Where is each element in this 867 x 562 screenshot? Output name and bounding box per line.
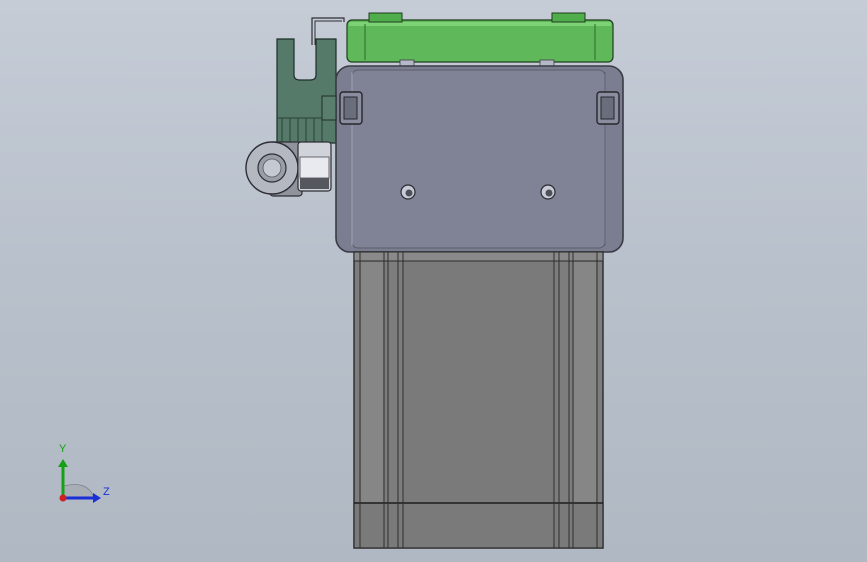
z-axis-label: Z <box>103 486 110 498</box>
orientation-triad <box>58 459 101 503</box>
y-axis-arrow <box>58 459 68 467</box>
gearbox-housing[interactable] <box>321 65 624 263</box>
z-axis-arrow <box>93 493 101 503</box>
pulley[interactable] <box>245 141 303 197</box>
stepper-motor[interactable] <box>353 251 604 549</box>
cad-model[interactable] <box>0 0 867 562</box>
model-viewport[interactable]: Y Z <box>0 0 867 562</box>
hex-nut[interactable] <box>297 141 332 192</box>
x-axis-dot <box>59 494 67 502</box>
sensor-bracket[interactable] <box>276 38 337 144</box>
y-axis-label: Y <box>59 443 67 455</box>
top-cover[interactable] <box>346 12 614 68</box>
